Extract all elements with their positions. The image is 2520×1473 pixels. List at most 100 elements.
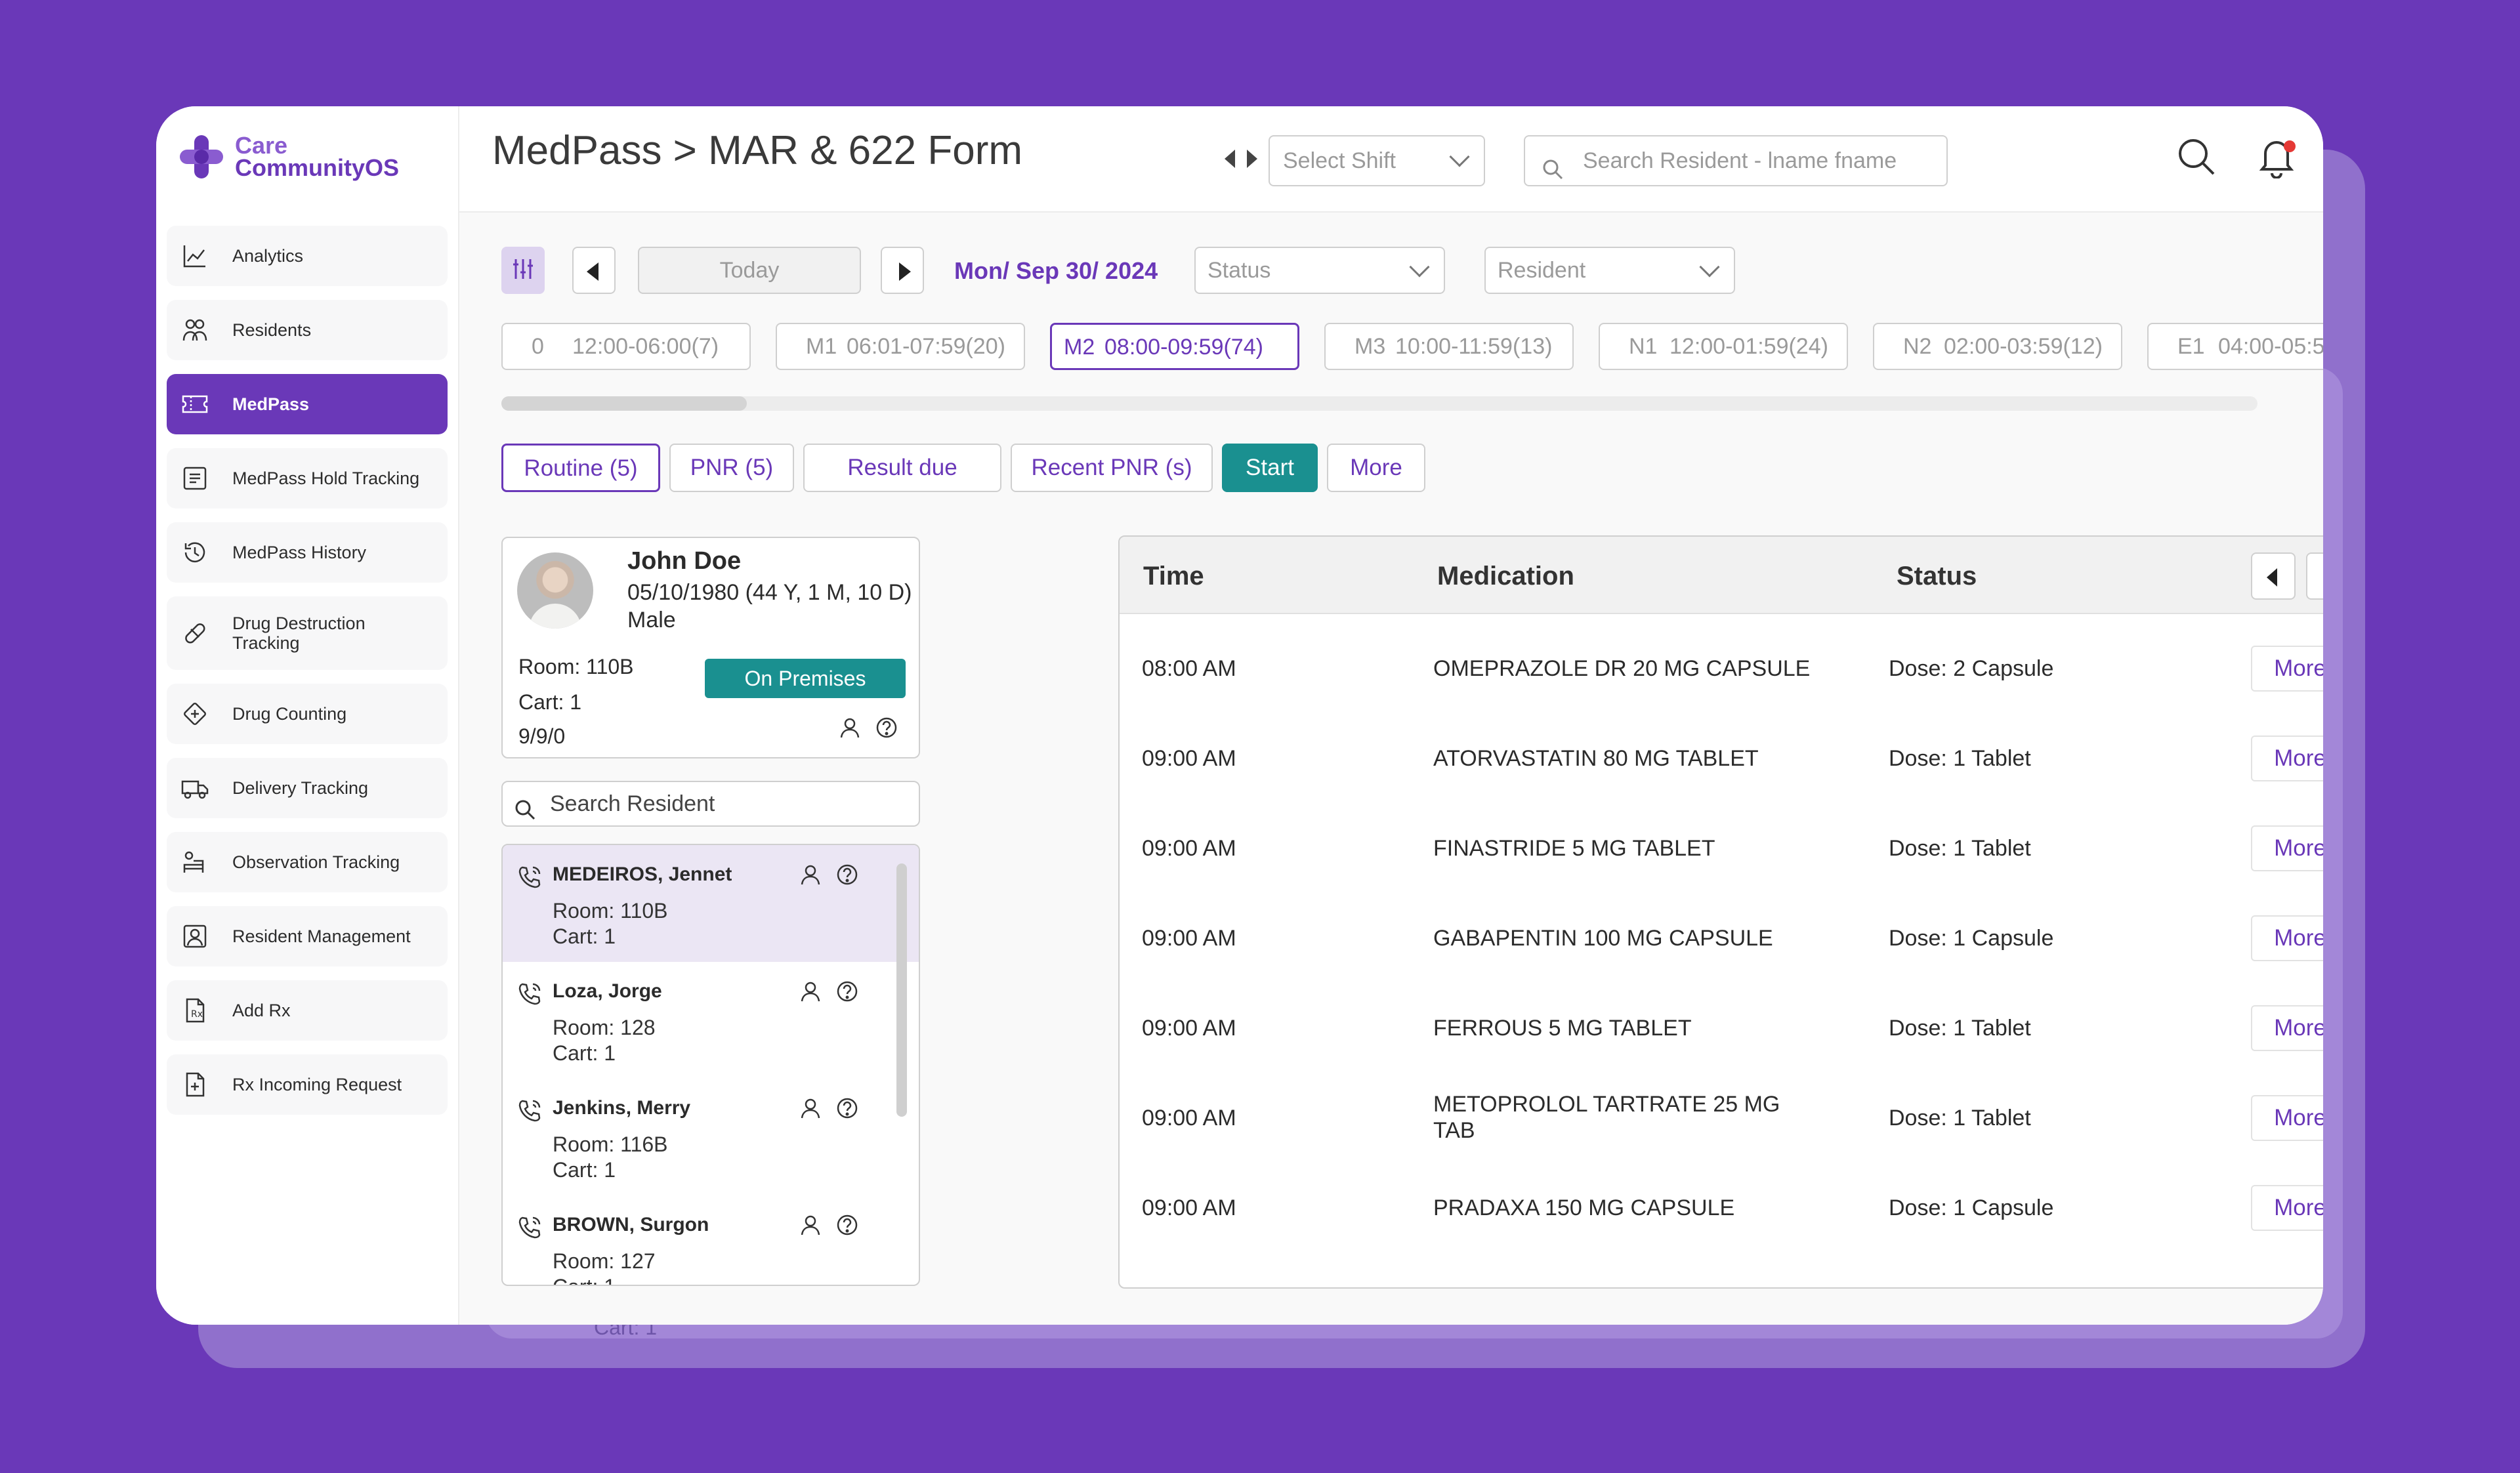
shift-chip-m3[interactable]: M3 10:00-11:59(13) bbox=[1324, 323, 1574, 370]
sidebar-item-rx-incoming-request[interactable]: Rx Incoming Request bbox=[167, 1054, 448, 1115]
prev-day-button[interactable] bbox=[572, 247, 616, 294]
shift-chip-m1[interactable]: M1 06:01-07:59(20) bbox=[776, 323, 1025, 370]
list-item[interactable]: MEDEIROS, Jennet Room: 110B Cart: 1 bbox=[503, 845, 919, 962]
tab-recent-pnr[interactable]: Recent PNR (s) bbox=[1011, 444, 1213, 492]
resident-room: Room: 116B bbox=[553, 1132, 668, 1156]
status-select[interactable]: Status bbox=[1194, 247, 1445, 294]
user-icon[interactable] bbox=[799, 1214, 822, 1239]
header-search-placeholder: Search Resident - lname fname bbox=[1583, 148, 1897, 173]
row-more-button[interactable]: More bbox=[2251, 915, 2323, 961]
row-more-button[interactable]: More bbox=[2251, 646, 2323, 692]
next-arrow-icon[interactable] bbox=[1247, 150, 1257, 168]
resident-room: Room: 127 bbox=[553, 1249, 656, 1273]
user-icon[interactable] bbox=[799, 863, 822, 889]
observation-icon bbox=[181, 848, 209, 876]
phone-icon bbox=[517, 982, 542, 1010]
current-date: Mon/ Sep 30/ 2024 bbox=[954, 257, 1158, 284]
sidebar-item-drug-counting[interactable]: Drug Counting bbox=[167, 684, 448, 744]
sidebar-item-medpass[interactable]: MedPass bbox=[167, 374, 448, 434]
chevron-down-icon bbox=[1449, 146, 1470, 167]
row-more-button[interactable]: More bbox=[2251, 1095, 2323, 1141]
row-more-button[interactable]: More bbox=[2251, 736, 2323, 781]
tab-pnr[interactable]: PNR (5) bbox=[669, 444, 794, 492]
table-prev-button[interactable] bbox=[2251, 552, 2296, 600]
resident-list: MEDEIROS, Jennet Room: 110B Cart: 1 Loza… bbox=[501, 844, 920, 1286]
resident-search-placeholder: Search Resident bbox=[550, 791, 715, 816]
help-icon[interactable] bbox=[836, 1214, 858, 1239]
shift-range: 06:01-07:59(20) bbox=[847, 334, 1005, 359]
sidebar-item-drug-destruction-tracking[interactable]: Drug Destruction Tracking bbox=[167, 596, 448, 670]
sidebar-item-medpass-history[interactable]: MedPass History bbox=[167, 522, 448, 583]
search-icon[interactable] bbox=[2176, 136, 2217, 180]
cell-medication: FERROUS 5 MG TABLET bbox=[1433, 1016, 1692, 1041]
triangle-left-icon bbox=[587, 262, 598, 281]
header-search-input[interactable]: Search Resident - lname fname bbox=[1524, 135, 1948, 186]
logo-line1: Care bbox=[235, 132, 288, 159]
row-more-button[interactable]: More bbox=[2251, 1185, 2323, 1231]
shift-code: 0 bbox=[532, 334, 544, 359]
resident-list-scrollbar[interactable] bbox=[896, 863, 907, 1117]
cell-time: 09:00 AM bbox=[1142, 746, 1236, 771]
triangle-right-icon bbox=[899, 262, 911, 281]
sidebar-item-medpass-hold-tracking[interactable]: MedPass Hold Tracking bbox=[167, 448, 448, 508]
shift-scrollbar[interactable] bbox=[501, 396, 2258, 411]
row-more-button[interactable]: More bbox=[2251, 1005, 2323, 1051]
shift-range: 12:00-01:59(24) bbox=[1670, 334, 1828, 359]
list-item[interactable]: BROWN, Surgon Room: 127 Cart: 1 bbox=[503, 1195, 919, 1285]
sidebar-item-add-rx[interactable]: Rx Add Rx bbox=[167, 980, 448, 1041]
resident-name: MEDEIROS, Jennet bbox=[553, 863, 732, 885]
resident-code: 9/9/0 bbox=[518, 724, 566, 748]
sidebar-item-resident-management[interactable]: Resident Management bbox=[167, 906, 448, 966]
shift-chip-0[interactable]: 0 12:00-06:00(7) bbox=[501, 323, 751, 370]
app-window: Care CommunityOS Analytics Residents Med… bbox=[156, 106, 2323, 1325]
tab-result-due[interactable]: Result due bbox=[803, 444, 1001, 492]
sidebar-item-observation-tracking[interactable]: Observation Tracking bbox=[167, 832, 448, 892]
user-icon[interactable] bbox=[799, 980, 822, 1006]
cell-status: Dose: 1 Tablet bbox=[1889, 746, 2031, 771]
shift-code: M1 bbox=[806, 334, 837, 359]
help-icon[interactable] bbox=[836, 1097, 858, 1123]
sidebar-item-label: Add Rx bbox=[232, 1001, 291, 1020]
tab-routine[interactable]: Routine (5) bbox=[501, 444, 660, 492]
phone-icon bbox=[517, 1215, 542, 1243]
row-more-button[interactable]: More bbox=[2251, 825, 2323, 871]
next-day-button[interactable] bbox=[881, 247, 924, 294]
shift-chip-m2[interactable]: M2 08:00-09:59(74) bbox=[1050, 323, 1299, 370]
resident-select-value: Resident bbox=[1498, 258, 1586, 283]
prev-arrow-icon[interactable] bbox=[1225, 150, 1235, 168]
resident-search-input[interactable]: Search Resident bbox=[501, 781, 920, 827]
sidebar-item-label: Delivery Tracking bbox=[232, 778, 369, 798]
user-icon[interactable] bbox=[799, 1097, 822, 1123]
resident-select[interactable]: Resident bbox=[1484, 247, 1735, 294]
sidebar-item-analytics[interactable]: Analytics bbox=[167, 226, 448, 286]
top-header: MedPass > MAR & 622 Form Select Shift Se… bbox=[459, 106, 2323, 213]
list-item[interactable]: Loza, Jorge Room: 128 Cart: 1 bbox=[503, 962, 919, 1079]
shift-range: 10:00-11:59(13) bbox=[1395, 334, 1553, 359]
start-button[interactable]: Start bbox=[1222, 444, 1318, 492]
shift-scrollbar-thumb[interactable] bbox=[501, 396, 747, 411]
cell-status: Dose: 1 Tablet bbox=[1889, 836, 2031, 861]
shift-chip-n2[interactable]: N2 02:00-03:59(12) bbox=[1873, 323, 2122, 370]
table-next-button[interactable] bbox=[2306, 552, 2323, 600]
phone-icon bbox=[517, 865, 542, 893]
more-button[interactable]: More bbox=[1327, 444, 1425, 492]
sidebar-item-residents[interactable]: Residents bbox=[167, 300, 448, 360]
resident-cart: Cart: 1 bbox=[553, 924, 616, 948]
table-row: 08:00 AM OMEPRAZOLE DR 20 MG CAPSULE Dos… bbox=[1120, 636, 2323, 726]
help-icon[interactable] bbox=[836, 980, 858, 1006]
today-button[interactable]: Today bbox=[638, 247, 861, 294]
user-icon[interactable] bbox=[839, 716, 861, 742]
sidebar-item-label: MedPass History bbox=[232, 543, 367, 562]
cell-time: 09:00 AM bbox=[1142, 1016, 1236, 1041]
logo[interactable]: Care CommunityOS bbox=[178, 134, 399, 180]
shift-chip-e1[interactable]: E1 04:00-05:59 bbox=[2147, 323, 2323, 370]
help-icon[interactable] bbox=[836, 863, 858, 889]
shift-chip-n1[interactable]: N1 12:00-01:59(24) bbox=[1599, 323, 1848, 370]
help-icon[interactable] bbox=[875, 716, 898, 742]
list-item[interactable]: Jenkins, Merry Room: 116B Cart: 1 bbox=[503, 1079, 919, 1195]
sidebar-item-delivery-tracking[interactable]: Delivery Tracking bbox=[167, 758, 448, 818]
filter-settings-button[interactable] bbox=[501, 247, 545, 294]
search-icon bbox=[1541, 150, 1564, 198]
shift-select[interactable]: Select Shift bbox=[1269, 135, 1485, 186]
column-header-time: Time bbox=[1143, 562, 1204, 591]
